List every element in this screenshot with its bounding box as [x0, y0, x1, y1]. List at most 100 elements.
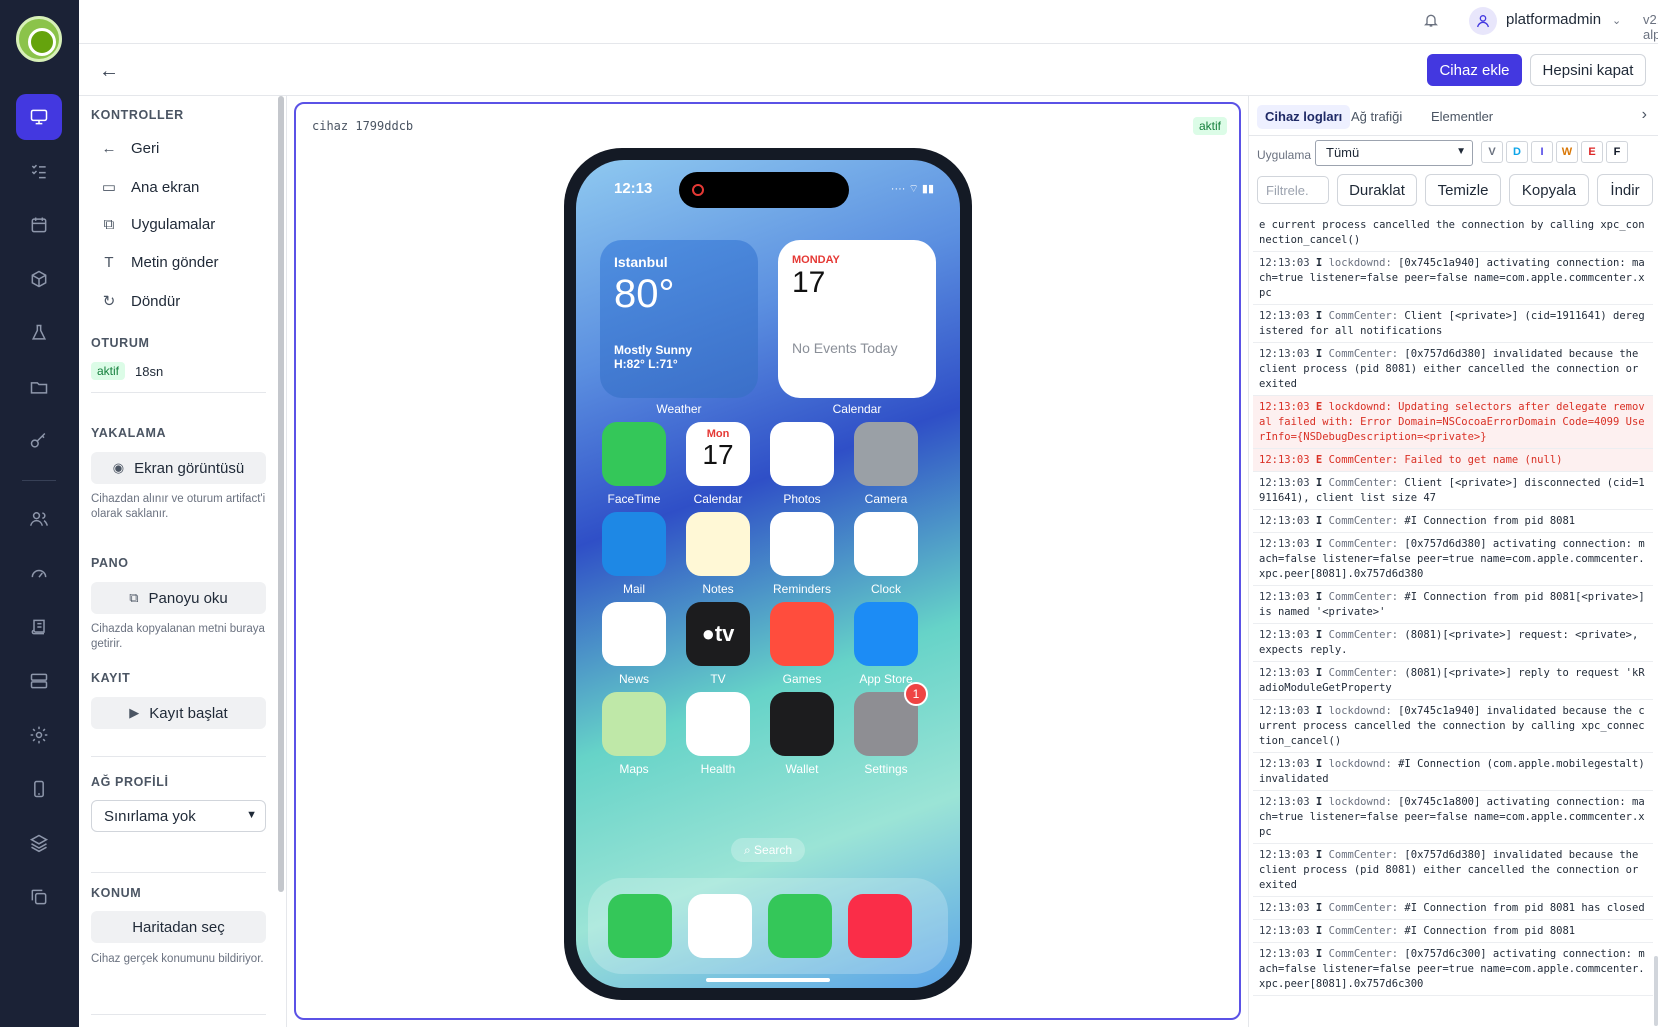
log-entry[interactable]: 12:13:03 E CommCenter: Failed to get nam… — [1253, 449, 1653, 472]
layers-icon[interactable] — [16, 820, 62, 866]
facetime-app-icon[interactable] — [602, 422, 666, 486]
control-back[interactable]: ← Geri — [101, 140, 160, 157]
log-level-v-toggle[interactable]: V — [1481, 141, 1503, 163]
pause-button[interactable]: Duraklat — [1337, 174, 1417, 206]
reminders-app-icon[interactable] — [770, 512, 834, 576]
checklist-icon[interactable] — [16, 148, 62, 194]
weather-widget[interactable]: Istanbul 80° Mostly Sunny H:82° L:71° — [600, 240, 758, 398]
notes-app-icon[interactable] — [686, 512, 750, 576]
log-level-i-toggle[interactable]: I — [1531, 141, 1553, 163]
bell-icon[interactable] — [1423, 12, 1439, 28]
log-entry[interactable]: 12:13:03 I CommCenter: #I Connection fro… — [1253, 586, 1653, 624]
package-icon[interactable] — [16, 256, 62, 302]
username[interactable]: platformadmin — [1506, 11, 1601, 28]
users-icon[interactable] — [16, 496, 62, 542]
gauge-icon[interactable] — [16, 550, 62, 596]
wallet-app-icon[interactable] — [770, 692, 834, 756]
app-logo[interactable] — [16, 16, 62, 62]
calendar-icon[interactable] — [16, 202, 62, 248]
server-icon[interactable] — [16, 658, 62, 704]
clock-app-icon[interactable] — [854, 512, 918, 576]
calendar-widget[interactable]: MONDAY 17 No Events Today — [778, 240, 936, 398]
tab-network-traffic[interactable]: Ağ trafiği — [1343, 105, 1410, 129]
download-button[interactable]: İndir — [1597, 174, 1653, 206]
log-entry[interactable]: 12:13:03 I CommCenter: Client [<private>… — [1253, 305, 1653, 343]
search-pill[interactable]: ⌕ Search — [731, 838, 805, 862]
log-entry[interactable]: 12:13:03 I CommCenter: #I Connection fro… — [1253, 510, 1653, 533]
log-entry[interactable]: 12:13:03 E lockdownd: Updating selectors… — [1253, 396, 1653, 449]
log-level-w-toggle[interactable]: W — [1556, 141, 1578, 163]
control-apps[interactable]: ⧉ Uygulamalar — [101, 216, 216, 233]
chevron-right-icon[interactable]: › — [1642, 106, 1647, 124]
messages-app-icon[interactable] — [768, 894, 832, 958]
copy-button[interactable]: Kopyala — [1509, 174, 1589, 206]
read-clipboard-button[interactable]: ⧉ Panoyu oku — [91, 582, 266, 614]
start-recording-button[interactable]: ▶ Kayıt başlat — [91, 697, 266, 729]
log-time: 12:13:03 — [1259, 454, 1316, 466]
mail-app-icon[interactable] — [602, 512, 666, 576]
network-profile-select[interactable]: Sınırlama yok ▼ — [91, 800, 266, 832]
log-entry[interactable]: 12:13:03 I CommCenter: Client [<private>… — [1253, 472, 1653, 510]
folder-icon[interactable] — [16, 364, 62, 410]
calendar-app-icon[interactable]: Mon 17 — [686, 422, 750, 486]
games-app-icon[interactable] — [770, 602, 834, 666]
log-entry[interactable]: 12:13:03 I CommCenter: (8081)[<private>]… — [1253, 624, 1653, 662]
log-level-f-toggle[interactable]: F — [1606, 141, 1628, 163]
control-home[interactable]: ▭ Ana ekran — [101, 178, 199, 197]
maps-app-icon[interactable] — [602, 692, 666, 756]
back-arrow-icon[interactable]: ← — [99, 60, 119, 83]
tab-elements[interactable]: Elementler — [1423, 105, 1501, 129]
phone-app-icon[interactable] — [608, 894, 672, 958]
app-filter-label: Uygulama — [1257, 148, 1312, 162]
tab-device-logs[interactable]: Cihaz logları — [1257, 105, 1351, 129]
health-app-icon[interactable] — [686, 692, 750, 756]
photos-app-icon[interactable] — [770, 422, 834, 486]
control-rotate[interactable]: ↻ Döndür — [101, 292, 181, 311]
chevron-down-icon[interactable]: ⌄ — [1612, 14, 1621, 27]
phone-icon[interactable] — [16, 766, 62, 812]
close-all-button[interactable]: Hepsini kapat — [1530, 54, 1646, 86]
log-entry[interactable]: e current process cancelled the connecti… — [1253, 214, 1653, 252]
calendar-widget-label: Calendar — [832, 402, 882, 416]
app-store-app-icon[interactable] — [854, 602, 918, 666]
log-entry[interactable]: 12:13:03 I CommCenter: #I Connection fro… — [1253, 897, 1653, 920]
divider — [91, 1014, 266, 1015]
safari-app-icon[interactable] — [688, 894, 752, 958]
avatar[interactable] — [1469, 7, 1497, 35]
home-indicator[interactable] — [706, 978, 830, 982]
news-app-icon[interactable] — [602, 602, 666, 666]
log-entry[interactable]: 12:13:03 I CommCenter: #I Connection fro… — [1253, 920, 1653, 943]
log-entry[interactable]: 12:13:03 I CommCenter: [0x757d6d380] inv… — [1253, 844, 1653, 897]
scroll-icon[interactable] — [16, 604, 62, 650]
key-icon[interactable] — [16, 418, 62, 464]
user-icon — [1477, 15, 1489, 28]
log-entry[interactable]: 12:13:03 I CommCenter: (8081)[<private>]… — [1253, 662, 1653, 700]
app-filter-select[interactable]: Tümü ▼ — [1315, 140, 1473, 166]
clear-button[interactable]: Temizle — [1425, 174, 1501, 206]
flask-icon[interactable] — [16, 310, 62, 356]
add-device-button[interactable]: Cihaz ekle — [1427, 54, 1522, 86]
log-entry[interactable]: 12:13:03 I lockdownd: [0x745c1a940] inva… — [1253, 700, 1653, 753]
log-entry[interactable]: 12:13:03 I CommCenter: [0x757d6d380] act… — [1253, 533, 1653, 586]
log-entry[interactable]: 12:13:03 I lockdownd: #I Connection (com… — [1253, 753, 1653, 791]
device-screen[interactable]: 12:13 ···· ⌔ ▮▮ Istanbul 80° Mostly Sunn… — [576, 160, 960, 988]
log-entry[interactable]: 12:13:03 I CommCenter: [0x757d6c300] act… — [1253, 943, 1653, 996]
log-entry[interactable]: 12:13:03 I lockdownd: [0x745c1a940] acti… — [1253, 252, 1653, 305]
music-app-icon[interactable] — [848, 894, 912, 958]
pick-from-map-button[interactable]: Haritadan seç — [91, 911, 266, 943]
tv-app-icon[interactable]: ●tv — [686, 602, 750, 666]
gear-icon[interactable] — [16, 712, 62, 758]
log-level-e-toggle[interactable]: E — [1581, 141, 1603, 163]
log-scrollbar[interactable] — [1654, 956, 1658, 1026]
left-scrollbar[interactable] — [278, 96, 284, 892]
log-level-d-toggle[interactable]: D — [1506, 141, 1528, 163]
log-entry[interactable]: 12:13:03 I CommCenter: [0x757d6d380] inv… — [1253, 343, 1653, 396]
log-entry[interactable]: 12:13:03 I lockdownd: [0x745c1a800] acti… — [1253, 791, 1653, 844]
camera-app-icon[interactable] — [854, 422, 918, 486]
control-send-text[interactable]: T Metin gönder — [101, 254, 218, 271]
copy-icon[interactable] — [16, 874, 62, 920]
log-list[interactable]: e current process cancelled the connecti… — [1253, 214, 1653, 1027]
device-icon[interactable] — [16, 94, 62, 140]
screenshot-button[interactable]: ◉ Ekran görüntüsü — [91, 452, 266, 484]
log-filter-input[interactable]: Filtrele. — [1257, 176, 1329, 204]
